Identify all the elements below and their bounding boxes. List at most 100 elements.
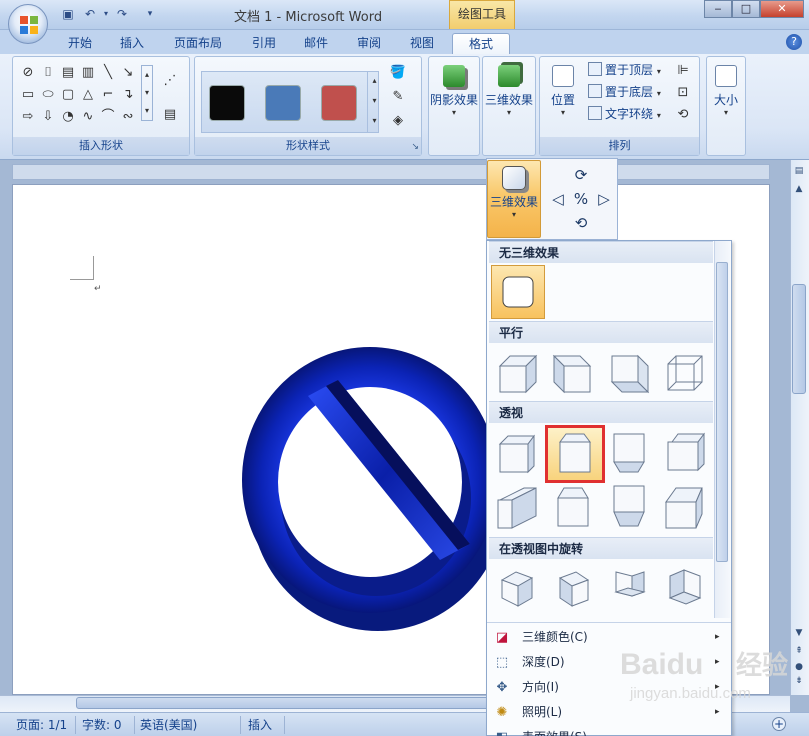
tab-view[interactable]: 视图 [402, 33, 442, 54]
no-symbol-3d-shape[interactable] [238, 330, 508, 635]
tile-perspective-5[interactable] [493, 483, 539, 529]
wave-icon[interactable]: ∿ [79, 109, 97, 125]
tile-perspective-6[interactable] [549, 483, 595, 529]
shadow-effects-button[interactable]: 阴影效果 ▾ [429, 59, 479, 117]
save-icon[interactable]: ▣ [60, 6, 76, 22]
draw-textbox-icon[interactable]: ▤ [161, 107, 179, 123]
vertical-scroll-thumb[interactable] [792, 284, 806, 394]
status-mode[interactable]: 插入 [248, 717, 272, 733]
send-to-back-button[interactable]: 置于底层 ▾ [588, 83, 661, 101]
tilt-right-icon[interactable]: ▷ [595, 190, 613, 208]
change-shape-icon[interactable]: ◈ [389, 113, 407, 129]
gallery-scroll-thumb[interactable] [716, 262, 728, 562]
tile-perspective-3[interactable] [605, 429, 651, 475]
maximize-button[interactable]: □ [732, 0, 760, 18]
align-icon[interactable]: ⊫ [674, 63, 692, 79]
right-arrow-shape-icon[interactable]: ⇨ [19, 109, 37, 125]
undo-icon[interactable]: ↶ [82, 6, 98, 22]
freeform-icon[interactable]: ∾ [119, 109, 137, 125]
fill-color-icon[interactable]: 🪣 [389, 65, 407, 81]
tab-references[interactable]: 引用 [244, 33, 284, 54]
zoom-in-icon[interactable]: + [772, 717, 786, 731]
tile-perspective-7[interactable] [605, 483, 651, 529]
textbox-icon[interactable]: ▤ [59, 65, 77, 81]
elbow-connector-icon[interactable]: ⌐ [99, 87, 117, 103]
style-swatch-blue[interactable] [265, 85, 301, 121]
cylinder-icon[interactable]: ⌷ [39, 65, 57, 81]
tile-perspective-2[interactable] [545, 425, 605, 483]
tile-no-3d[interactable] [491, 265, 545, 319]
style-swatch-red[interactable] [321, 85, 357, 121]
style-gallery-more-icon[interactable]: ▴ ▾ ▾ [367, 71, 381, 133]
tile-perspective-4[interactable] [661, 429, 707, 475]
outline-color-icon[interactable]: ✎ [389, 89, 407, 105]
tab-home[interactable]: 开始 [60, 33, 100, 54]
menu-depth[interactable]: ⬚ 深度(D) ▸ [487, 650, 731, 675]
tilt-up-icon[interactable]: ⟳ [572, 166, 590, 184]
tab-page-layout[interactable]: 页面布局 [166, 33, 230, 54]
effects-3d-button[interactable]: 三维效果 ▾ [483, 59, 535, 117]
menu-lighting[interactable]: ✺ 照明(L) ▸ [487, 700, 731, 725]
tile-parallel-3[interactable] [605, 349, 651, 395]
status-page[interactable]: 页面: 1/1 [16, 717, 67, 733]
browse-object-icon[interactable]: ● [792, 662, 806, 672]
tile-perspective-1[interactable] [493, 429, 539, 475]
tilt-down-icon[interactable]: ⟲ [572, 214, 590, 232]
tab-format[interactable]: 格式 [452, 33, 510, 54]
status-language[interactable]: 英语(美国) [140, 717, 197, 733]
size-button[interactable]: 大小 ▾ [707, 59, 745, 117]
shape-gallery-more-icon[interactable]: ▴ ▾ ▾ [141, 65, 153, 121]
tile-rotation-2[interactable] [549, 565, 595, 611]
tile-parallel-1[interactable] [493, 349, 539, 395]
effects-3d-dropdown-button[interactable]: 三维效果 ▾ [487, 160, 541, 238]
customize-icon[interactable]: ▾ [142, 6, 158, 22]
ellipse-icon[interactable]: ⬭ [39, 87, 57, 103]
dropdown-arrow-icon[interactable]: ▾ [98, 6, 114, 22]
tile-parallel-2[interactable] [549, 349, 595, 395]
prev-page-icon[interactable]: ⇞ [792, 646, 806, 656]
tile-rotation-3[interactable] [605, 565, 651, 611]
redo-icon[interactable]: ↷ [114, 6, 130, 22]
status-words[interactable]: 字数: 0 [82, 717, 122, 733]
next-page-icon[interactable]: ⇟ [792, 676, 806, 686]
close-button[interactable]: ✕ [760, 0, 804, 18]
edit-points-icon[interactable]: ⋰ [161, 73, 179, 89]
vertical-scrollbar[interactable] [790, 160, 809, 695]
bring-to-front-button[interactable]: 置于顶层 ▾ [588, 61, 661, 79]
group-icon[interactable]: ⊡ [674, 85, 692, 101]
scroll-down-icon[interactable]: ▼ [792, 628, 806, 638]
menu-surface[interactable]: ◧ 表面效果(S) [487, 725, 731, 736]
arrow-line-icon[interactable]: ↘ [119, 65, 137, 81]
position-button[interactable]: 位置 ▾ [542, 59, 584, 117]
tilt-left-icon[interactable]: ◁ [549, 190, 567, 208]
elbow-arrow-icon[interactable]: ↴ [119, 87, 137, 103]
curve-icon[interactable]: ⌒ [99, 109, 117, 125]
menu-direction[interactable]: ✥ 方向(I) ▸ [487, 675, 731, 700]
text-wrap-button[interactable]: 文字环绕 ▾ [588, 105, 661, 123]
tile-perspective-8[interactable] [661, 483, 707, 529]
tab-review[interactable]: 审阅 [349, 33, 389, 54]
help-icon[interactable]: ? [786, 34, 802, 50]
tab-insert[interactable]: 插入 [112, 33, 152, 54]
rounded-rect-icon[interactable]: ▢ [59, 87, 77, 103]
minimize-button[interactable]: ‒ [704, 0, 732, 18]
ruler-toggle-icon[interactable]: ▤ [792, 166, 806, 176]
tile-rotation-1[interactable] [493, 565, 539, 611]
vertical-textbox-icon[interactable]: ▥ [79, 65, 97, 81]
down-arrow-shape-icon[interactable]: ⇩ [39, 109, 57, 125]
tile-rotation-4[interactable] [661, 565, 707, 611]
tile-parallel-4[interactable] [661, 349, 707, 395]
horizontal-scroll-thumb[interactable] [76, 697, 516, 709]
line-icon[interactable]: ╲ [99, 65, 117, 81]
style-swatch-black[interactable] [209, 85, 245, 121]
tab-mailings[interactable]: 邮件 [296, 33, 336, 54]
triangle-icon[interactable]: △ [79, 87, 97, 103]
menu-3d-color[interactable]: ◪ 三维颜色(C) ▸ [487, 625, 731, 650]
scroll-up-icon[interactable]: ▲ [792, 184, 806, 194]
oval-crossed-icon[interactable]: ⊘ [19, 65, 37, 81]
toggle-3d-icon[interactable]: % [572, 190, 590, 208]
office-button[interactable] [8, 4, 48, 44]
callout-icon[interactable]: ◔ [59, 109, 77, 125]
rectangle-icon[interactable]: ▭ [19, 87, 37, 103]
dialog-launcher-icon[interactable]: ↘ [411, 142, 419, 152]
